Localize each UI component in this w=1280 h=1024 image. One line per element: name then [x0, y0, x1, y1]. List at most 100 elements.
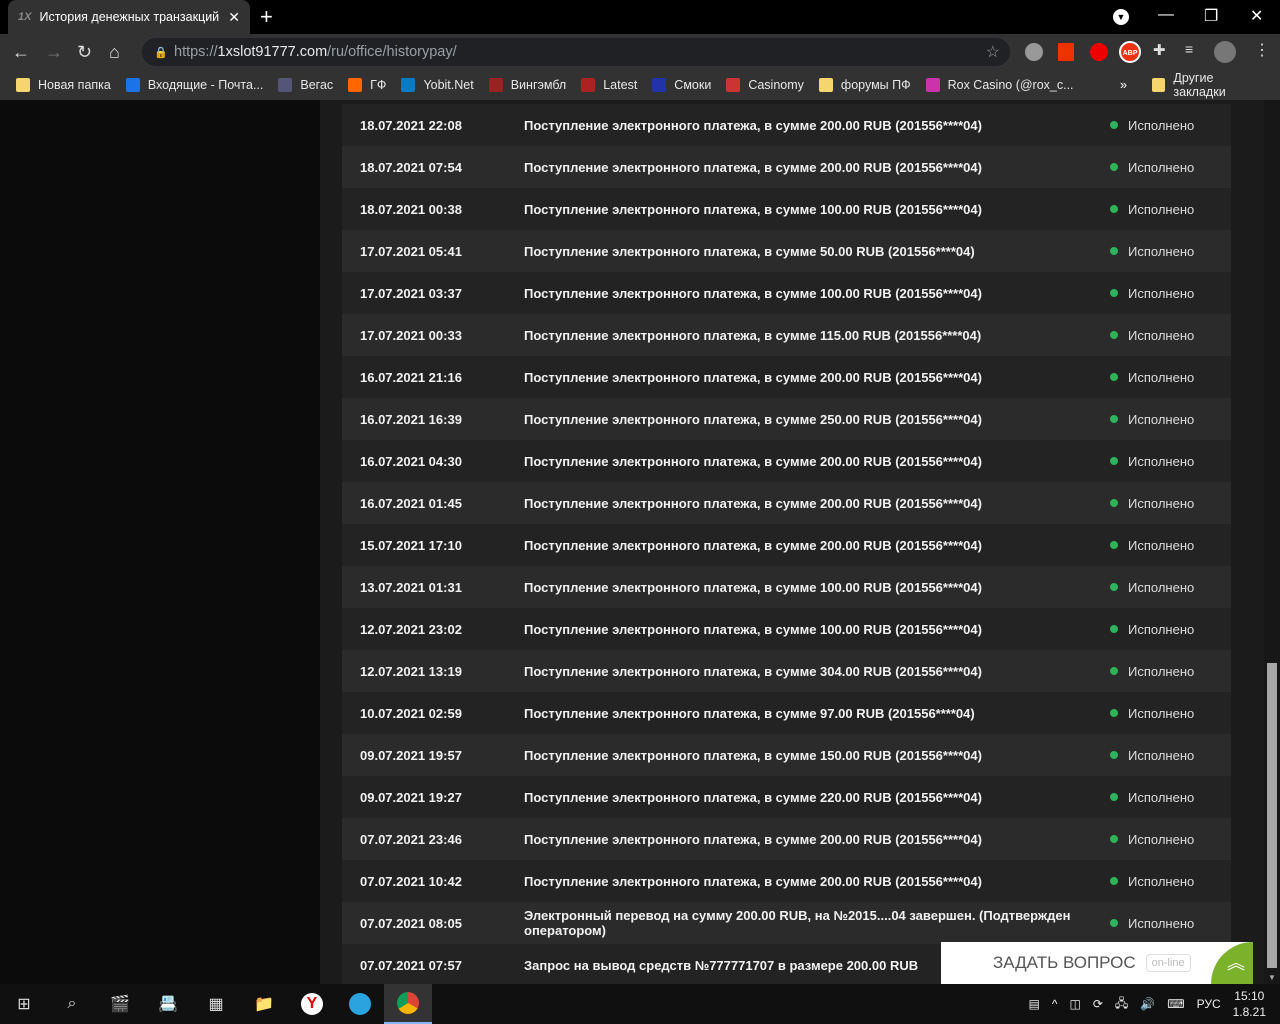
status-dot-icon	[1110, 667, 1118, 675]
hand-extension-icon[interactable]	[1090, 43, 1108, 61]
network-icon[interactable]: 🖧	[1115, 994, 1128, 1015]
profile-menu-icon[interactable]: ▼	[1113, 9, 1129, 25]
other-bookmarks[interactable]: Другие закладки	[1152, 71, 1265, 99]
transaction-description: Поступление электронного платежа, в сумм…	[524, 747, 982, 763]
news-icon[interactable]: ▤	[1029, 997, 1040, 1011]
bookmark-label: Yobit.Net	[423, 78, 474, 92]
language-indicator[interactable]: РУС	[1197, 997, 1221, 1011]
status-badge: Исполнено	[1110, 118, 1194, 133]
bookmark-item[interactable]: Rox Casino (@rox_c...	[925, 78, 1074, 92]
bookmark-label: Latest	[603, 78, 638, 92]
page-content: 18.07.2021 22:08 Поступление электронного…	[0, 100, 1280, 984]
extensions-icon[interactable]: ✚	[1153, 41, 1171, 59]
status-text: Исполнено	[1128, 453, 1195, 469]
update-icon[interactable]: ⟳	[1093, 997, 1103, 1011]
globe-extension-icon[interactable]	[1025, 43, 1043, 61]
table-row: 12.07.2021 13:19 Поступление электронного…	[342, 650, 1231, 692]
start-icon[interactable]: ⊞	[0, 984, 48, 1024]
status-text: Исполнено	[1128, 705, 1195, 721]
menu-icon[interactable]: ⋮	[1254, 40, 1272, 59]
back-icon[interactable]: ←	[12, 42, 30, 63]
yandex-browser-icon[interactable]: Y	[288, 984, 336, 1024]
transaction-date: 15.07.2021 17:10	[360, 537, 462, 553]
table-row: 10.07.2021 02:59 Поступление электронного…	[342, 692, 1231, 734]
status-text: Исполнено	[1128, 537, 1195, 553]
adblock-icon[interactable]: ABP	[1119, 41, 1141, 63]
bookmark-item[interactable]: Новая папка	[16, 78, 111, 92]
media-control-icon[interactable]: ≡	[1185, 41, 1203, 59]
contacts-icon[interactable]: 📇	[144, 984, 192, 1024]
bookmark-star-icon[interactable]: ☆	[986, 42, 1000, 62]
transaction-description: Поступление электронного платежа, в сумм…	[524, 453, 982, 469]
telegram-icon[interactable]	[336, 984, 384, 1024]
status-text: Исполнено	[1128, 747, 1195, 763]
transaction-date: 07.07.2021 07:57	[360, 957, 462, 973]
volume-icon[interactable]: 🔊	[1140, 997, 1155, 1011]
transaction-description: Поступление электронного платежа, в сумм…	[524, 327, 982, 343]
home-icon[interactable]: ⌂	[109, 42, 120, 63]
bookmark-extension-icon[interactable]	[1058, 43, 1074, 61]
tab-title: История денежных транзакций	[39, 10, 220, 24]
scrollbar[interactable]: ▼	[1264, 100, 1280, 984]
status-text: Исполнено	[1128, 369, 1195, 385]
chevron-up-icon[interactable]: ︽	[1211, 942, 1253, 984]
tab-active[interactable]: 1X История денежных транзакций ✕	[8, 0, 250, 34]
chrome-icon[interactable]	[384, 984, 432, 1024]
bookmark-label: Смоки	[674, 78, 712, 92]
bookmark-item[interactable]: Yobit.Net	[401, 78, 474, 92]
close-window-button[interactable]: ✕	[1250, 6, 1263, 26]
bookmark-item[interactable]: Casinomy	[726, 78, 804, 92]
status-badge: Исполнено	[1110, 538, 1194, 553]
status-badge: Исполнено	[1110, 160, 1194, 175]
other-bookmarks-label: Другие закладки	[1173, 71, 1226, 99]
bookmark-item[interactable]: Смоки	[652, 78, 711, 92]
bookmark-item[interactable]: Вингэмбл	[488, 78, 566, 92]
search-icon[interactable]: ⌕	[48, 984, 96, 1024]
minimize-button[interactable]: —	[1158, 6, 1174, 24]
bookmark-item[interactable]: Latest	[581, 78, 637, 92]
tray-expand-icon[interactable]: ^	[1052, 997, 1058, 1011]
address-bar[interactable]: 🔒 https://1xslot91777.com/ru/office/hist…	[142, 38, 1010, 66]
transaction-description: Поступление электронного платежа, в сумм…	[524, 873, 982, 889]
clock[interactable]: 15:10 1.8.21	[1233, 988, 1266, 1020]
taskbar: ⊞ ⌕ 🎬 📇 ▦ 📁 Y ▤ ^ ◫ ⟳ 🖧 🔊 ⌨ РУС 15:10 1.8…	[0, 984, 1280, 1024]
status-dot-icon	[1110, 709, 1118, 717]
transaction-date: 16.07.2021 04:30	[360, 453, 462, 469]
status-dot-icon	[1110, 457, 1118, 465]
bookmark-item[interactable]: Вегас	[278, 78, 333, 92]
status-dot-icon	[1110, 793, 1118, 801]
forward-icon[interactable]: →	[45, 42, 63, 63]
site-favicon-icon: 1X	[18, 11, 32, 23]
new-tab-button[interactable]: +	[260, 4, 273, 30]
status-dot-icon	[1110, 625, 1118, 633]
status-dot-icon	[1110, 751, 1118, 759]
url-scheme: https://	[174, 44, 218, 60]
restore-button[interactable]: ❐	[1204, 6, 1218, 26]
video-editor-icon[interactable]: 🎬	[96, 984, 144, 1024]
keyboard-icon[interactable]: ⌨	[1167, 997, 1184, 1011]
file-explorer-icon[interactable]: 📁	[240, 984, 288, 1024]
tab-close-icon[interactable]: ✕	[228, 9, 240, 26]
avatar[interactable]	[1214, 41, 1236, 63]
status-badge: Исполнено	[1110, 370, 1194, 385]
status-badge: Исполнено	[1110, 622, 1194, 637]
transaction-date: 16.07.2021 01:45	[360, 495, 462, 511]
table-row: 16.07.2021 01:45 Поступление электронного…	[342, 482, 1231, 524]
ask-question-widget[interactable]: ЗАДАТЬ ВОПРОС on-line ︽	[941, 942, 1253, 984]
camera-icon[interactable]: ◫	[1070, 997, 1081, 1011]
bookmark-item[interactable]: ГФ	[348, 78, 386, 92]
bookmark-label: Rox Casino (@rox_c...	[947, 78, 1074, 92]
scroll-down-icon[interactable]: ▼	[1268, 973, 1276, 982]
bookmarks-overflow-icon[interactable]: »	[1120, 78, 1127, 92]
status-dot-icon	[1110, 583, 1118, 591]
bookmark-favicon-icon	[581, 78, 596, 92]
calculator-icon[interactable]: ▦	[192, 984, 240, 1024]
scrollbar-thumb[interactable]	[1267, 663, 1277, 968]
status-text: Исполнено	[1128, 159, 1195, 175]
status-badge: Исполнено	[1110, 328, 1194, 343]
bookmark-item[interactable]: Входящие - Почта...	[125, 78, 263, 92]
bookmark-item[interactable]: форумы ПФ	[818, 78, 911, 92]
reload-icon[interactable]: ↻	[77, 42, 92, 63]
bookmark-favicon-icon	[726, 78, 741, 92]
table-row: 16.07.2021 16:39 Поступление электронного…	[342, 398, 1231, 440]
